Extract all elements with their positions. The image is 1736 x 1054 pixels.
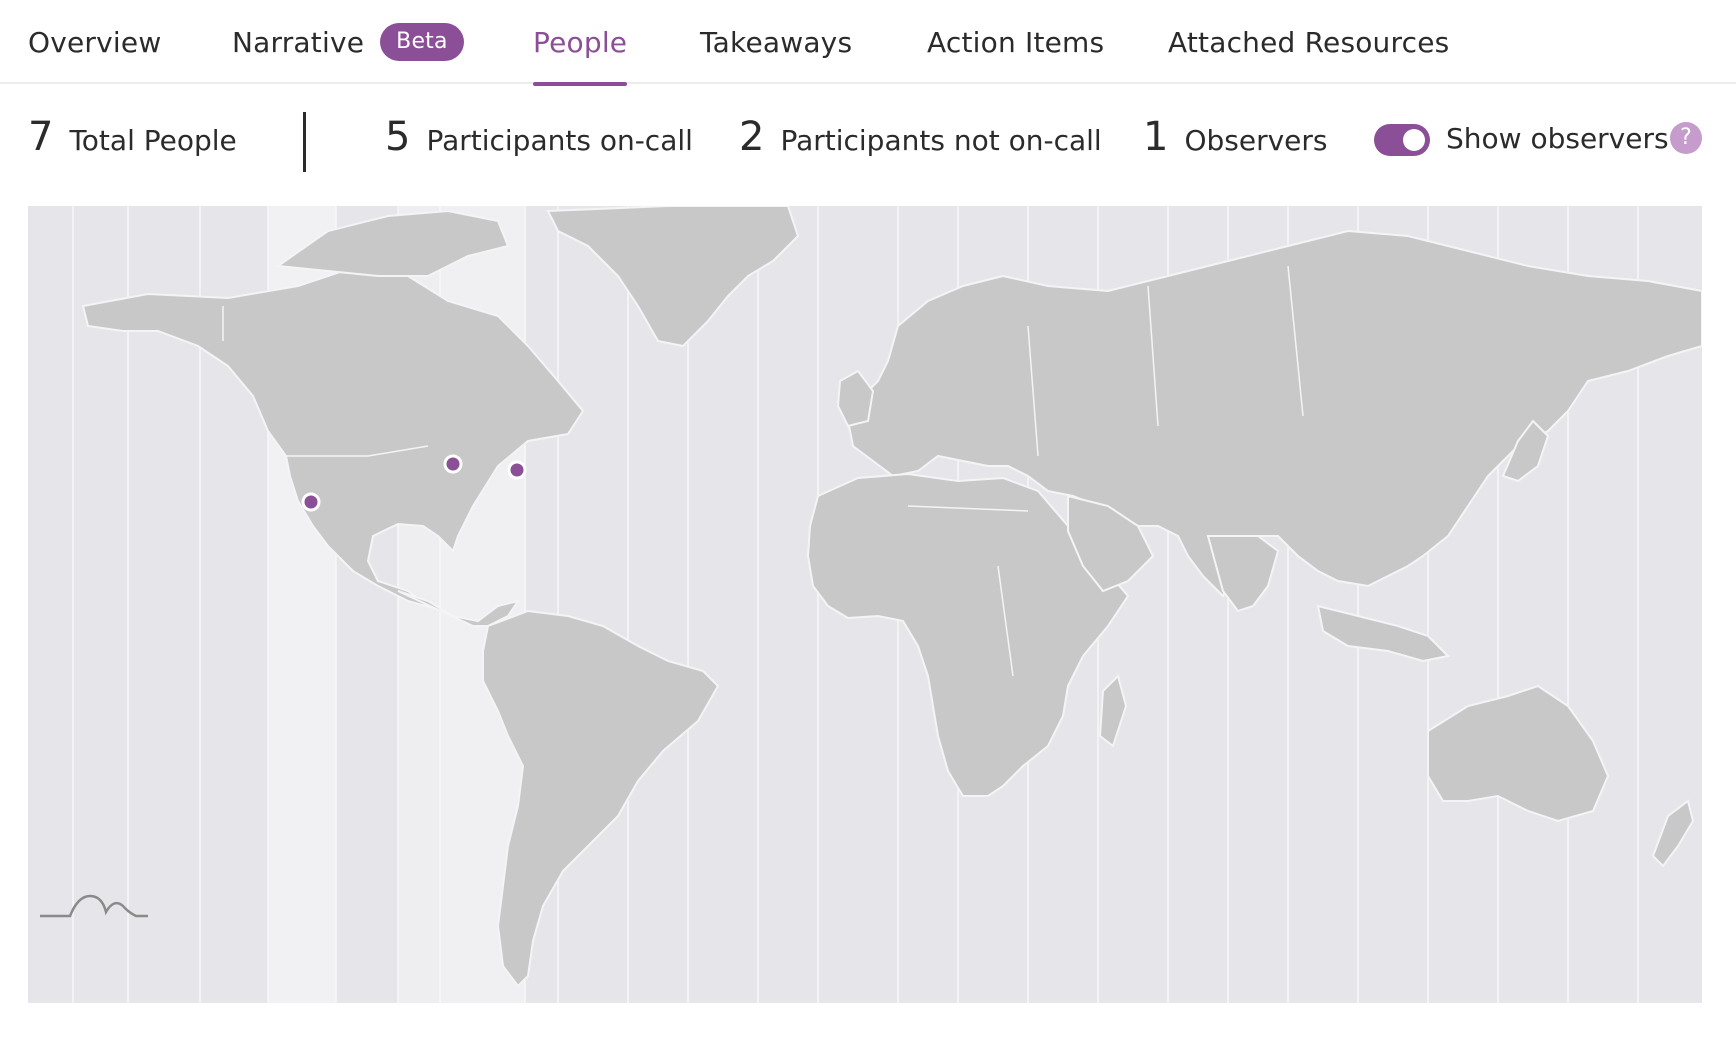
mountain-logo-icon (40, 894, 148, 918)
map-svg (40, 206, 1702, 1003)
tab-narrative[interactable]: Narrative Beta (232, 0, 464, 84)
show-observers-label: Show observers (1446, 122, 1669, 155)
australia (1427, 684, 1610, 823)
tab-label: Action Items (927, 25, 1105, 59)
stat-observers: 1 Observers (1143, 114, 1328, 164)
tab-label: Takeaways (700, 25, 853, 59)
chicago-marker (443, 454, 463, 474)
new-york-marker (507, 460, 527, 480)
new-zealand (1651, 799, 1695, 868)
british-isles (836, 369, 875, 428)
tab-label: Narrative (232, 25, 365, 59)
people-stats-bar: 7 Total People 5 Participants on-call 2 … (0, 84, 1736, 206)
stats-divider (303, 112, 306, 172)
tab-takeaways[interactable]: Takeaways (700, 0, 852, 84)
los-angeles-marker (301, 492, 321, 512)
tab-label: Overview (28, 25, 162, 59)
stat-value: 7 (28, 114, 54, 160)
tab-action-items[interactable]: Action Items (927, 0, 1104, 84)
stat-value: 1 (1143, 114, 1169, 160)
stat-value: 2 (739, 114, 765, 160)
stat-participants-on-call: 5 Participants on-call (385, 114, 693, 164)
greenland (546, 206, 800, 348)
indian-subcontinent (1206, 535, 1280, 613)
stat-value: 5 (385, 114, 411, 160)
madagascar (1098, 674, 1128, 748)
tab-overview[interactable]: Overview (28, 0, 161, 84)
stat-participants-not-on-call: 2 Participants not on-call (739, 114, 1102, 164)
help-icon[interactable]: ? (1670, 122, 1702, 154)
stat-label: Observers (1184, 124, 1328, 157)
stat-label: Total People (69, 124, 237, 157)
tab-label: People (533, 25, 628, 59)
toggle-knob (1403, 129, 1425, 151)
stat-label: Participants on-call (426, 124, 693, 157)
tab-bar: Overview Narrative Beta People Takeaways… (0, 0, 1736, 86)
show-observers-toggle[interactable] (1374, 124, 1430, 156)
stat-label: Participants not on-call (780, 124, 1102, 157)
tab-attached-resources[interactable]: Attached Resources (1168, 0, 1449, 84)
beta-badge: Beta (380, 23, 464, 61)
stat-total-people: 7 Total People (28, 114, 237, 164)
tab-label: Attached Resources (1168, 25, 1450, 59)
world-timezone-map[interactable] (28, 206, 1702, 1003)
tab-people[interactable]: People (533, 0, 628, 86)
south-america (482, 609, 720, 988)
